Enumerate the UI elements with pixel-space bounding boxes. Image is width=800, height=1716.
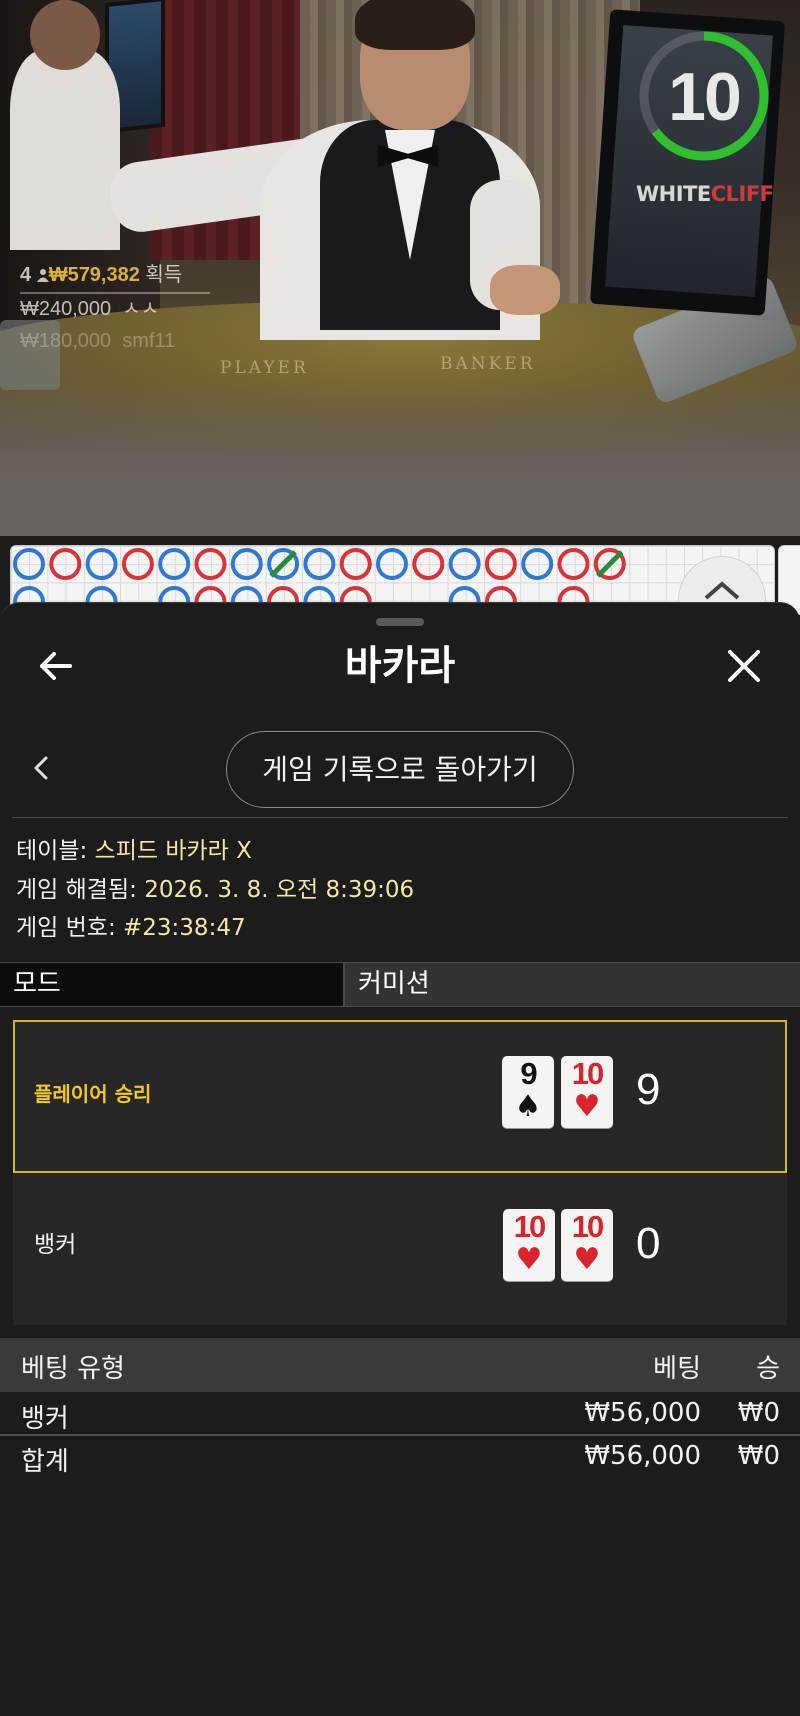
countdown-timer: 10 [668,59,742,135]
player-score: 9 [636,1065,661,1114]
divider [0,1434,800,1436]
brand-logo: WHITECLIFF [636,182,774,206]
banker-bead [484,548,517,580]
person-icon [36,269,49,282]
felt-player-label: PLAYER [220,358,309,378]
back-to-history-button[interactable]: 게임 기록으로 돌아가기 [226,731,574,808]
recent-winners: 4 ₩579,382 획득 ₩240,000 ㅅㅅ ₩180,000 smf11 [20,260,210,358]
player-bead [13,548,45,580]
player-bead [521,548,554,580]
banker-bead [194,548,227,580]
player-bead [158,548,191,580]
banker-bead [339,548,372,580]
game-number-info: 게임 번호: #23:38:47 [16,915,246,941]
banker-bead [412,548,445,580]
close-icon[interactable] [724,646,764,686]
page-title: 바카라 [344,643,456,689]
chevron-left-icon[interactable] [30,752,54,784]
mode-label: 모드 [13,969,61,999]
player-card: 10 ♥ [561,1056,613,1128]
total-row-label: 합계 [21,1447,69,1477]
banker-label: 뱅커 [34,1232,77,1258]
arrow-left-icon[interactable] [36,646,76,686]
winner-row: ₩240,000 ㅅㅅ [20,298,160,320]
player-bead [448,548,481,580]
player-bead [230,548,263,580]
tie-mark [269,550,297,578]
banker-card: 10 ♥ [561,1209,613,1281]
column-bet: 베팅 [653,1354,701,1384]
app-screen: PLAYER BANKER WHITECLIFF 10 4 ₩579,382 획… [0,0,800,1716]
bet-row-win: ₩0 [737,1398,780,1428]
divider [12,817,788,818]
total-row-amount: ₩56,000 [584,1441,701,1471]
table-info: 테이블: 스피드 바카라 X [16,838,252,864]
winner-row: 4 ₩579,382 획득 [20,260,210,294]
banker-bead [49,548,82,580]
column-bet-type: 베팅 유형 [21,1354,125,1384]
tie-mark [596,550,624,578]
winner-row: ₩180,000 smf11 [20,330,176,352]
banker-card: 10 ♥ [503,1209,555,1281]
banker-bead [121,548,154,580]
banker-bead [557,548,590,580]
player-card: 9 ♠ [502,1056,554,1128]
felt-banker-label: BANKER [440,354,536,374]
sheet-drag-handle[interactable] [376,618,424,626]
commission-label: 커미션 [358,969,430,999]
column-win: 승 [756,1354,780,1384]
bet-row-type: 뱅커 [21,1404,69,1434]
player-win-label: 플레이어 승리 [34,1082,152,1106]
banker-score: 0 [636,1219,661,1268]
chevron-up-icon [704,581,740,600]
player-bead [303,548,336,580]
live-video[interactable]: PLAYER BANKER WHITECLIFF 10 4 ₩579,382 획… [0,0,800,536]
bet-row-amount: ₩56,000 [584,1398,701,1428]
player-bead [85,548,118,580]
total-row-win: ₩0 [737,1441,780,1471]
resolved-info: 게임 해결됨: 2026. 3. 8. 오전 8:39:06 [16,877,415,903]
player-bead [376,548,408,580]
